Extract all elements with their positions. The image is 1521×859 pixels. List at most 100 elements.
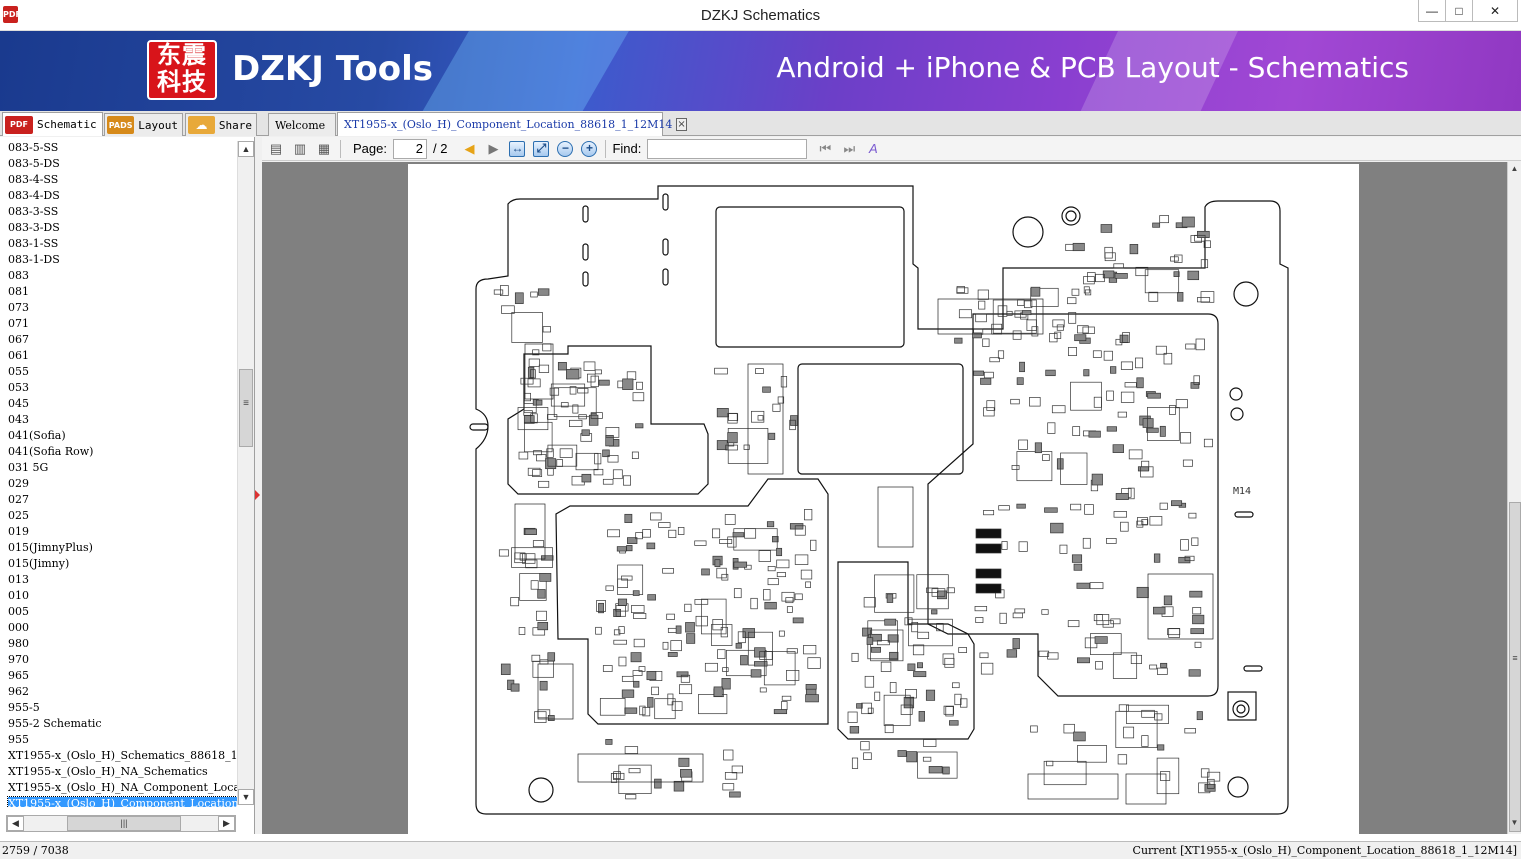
tree-item[interactable]: 055 (0, 364, 237, 380)
pcb-component (1159, 425, 1166, 437)
tree-vertical-scrollbar[interactable]: ▲ ≡ ▼ (237, 141, 254, 805)
pcb-component (1074, 334, 1087, 342)
tree-item-label: 025 (8, 509, 29, 522)
zoom-in-icon[interactable]: + (579, 139, 599, 159)
tree-item[interactable]: 041(Sofia) (0, 428, 237, 444)
find-next-icon[interactable]: ⏭ (839, 139, 859, 159)
find-input[interactable] (647, 138, 808, 159)
pcb-component (986, 400, 996, 411)
viewer-vertical-scrollbar[interactable]: ▲ ≡ ▼ (1507, 162, 1521, 834)
tree-item[interactable]: 019 (0, 524, 237, 540)
tree-item[interactable]: 083-1-SS (0, 236, 237, 252)
find-previous-icon[interactable]: ⏮ (815, 139, 835, 159)
zoom-out-icon[interactable]: − (555, 139, 575, 159)
tab-component-location[interactable]: XT1955-x_(Oslo_H)_Component_Location_886… (337, 112, 687, 136)
tab-share[interactable]: ☁ Share (185, 113, 257, 136)
tree-item[interactable]: 061 (0, 348, 237, 364)
tree-item[interactable]: 980 (0, 636, 237, 652)
previous-page-icon[interactable]: ◀ (459, 139, 479, 159)
tree-item[interactable]: XT1955-x_(Oslo_H)_Schematics_88618_1_1 (0, 748, 237, 764)
scroll-down-arrow-icon[interactable]: ▼ (238, 789, 254, 805)
fit-page-icon[interactable]: ⤢ (531, 139, 551, 159)
tree-item[interactable]: 965 (0, 668, 237, 684)
tree-item-label: 045 (8, 397, 29, 410)
pcb-component (1147, 392, 1161, 399)
tree-item[interactable]: 043 (0, 412, 237, 428)
tree-item[interactable]: 029 (0, 476, 237, 492)
splitter-handle-icon[interactable] (255, 490, 260, 500)
tree-item[interactable]: 083-3-DS (0, 220, 237, 236)
tree-item[interactable]: 005 (0, 604, 237, 620)
tree-item[interactable]: 083-1-DS (0, 252, 237, 268)
tree-item[interactable]: 067 (0, 332, 237, 348)
pcb-component (958, 309, 972, 319)
pdf-page[interactable]: M14 (408, 164, 1359, 834)
tree-item[interactable]: 083-3-SS (0, 204, 237, 220)
tree-item[interactable]: 083-5-SS (0, 140, 237, 156)
page-number-input[interactable]: 2 (392, 138, 427, 159)
tab-welcome[interactable]: Welcome (268, 113, 336, 136)
tree-item[interactable]: 955-5 (0, 700, 237, 716)
fit-width-icon[interactable]: ↔ (507, 139, 527, 159)
pcb-component (794, 554, 809, 565)
pcb-component (621, 689, 635, 698)
find-options-icon[interactable]: A (863, 139, 883, 159)
tab-schematic[interactable]: PDF Schematic (2, 112, 103, 136)
tree-item[interactable]: 010 (0, 588, 237, 604)
next-page-icon[interactable]: ▶ (483, 139, 503, 159)
tree-item[interactable]: 955-2 Schematic (0, 716, 237, 732)
viewer-scroll-down-icon[interactable]: ▼ (1508, 818, 1521, 832)
file-tree[interactable]: 083-5-SS 083-5-DS 083-4-SS 083-4-DS 083-3-SS… (0, 140, 237, 807)
pcb-component (673, 780, 685, 792)
tree-item[interactable]: 083-5-DS (0, 156, 237, 172)
tree-item[interactable]: 083-4-SS (0, 172, 237, 188)
tree-item[interactable]: 081 (0, 284, 237, 300)
tree-item[interactable]: XT1955-x_(Oslo_H)_NA_Schematics (0, 764, 237, 780)
pcb-component (750, 597, 758, 610)
viewer-scroll-thumb[interactable]: ≡ (1509, 502, 1521, 832)
pcb-component (1200, 291, 1215, 303)
tree-item[interactable]: 045 (0, 396, 237, 412)
tree-item[interactable]: 955 (0, 732, 237, 748)
copy-page-icon[interactable]: ▤ (266, 139, 286, 159)
tree-item[interactable]: 071 (0, 316, 237, 332)
tab-close-icon[interactable]: × (676, 118, 687, 131)
viewer-scroll-up-icon[interactable]: ▲ (1508, 164, 1521, 178)
minimize-button[interactable]: — (1418, 0, 1446, 22)
tree-item[interactable]: 025 (0, 508, 237, 524)
tree-item[interactable]: 031 5G (0, 460, 237, 476)
tree-item[interactable]: 962 (0, 684, 237, 700)
tree-item[interactable]: 053 (0, 380, 237, 396)
tree-item[interactable]: 041(Sofia Row) (0, 444, 237, 460)
tree-horizontal-scrollbar[interactable]: ◀ ||| ▶ (6, 815, 236, 832)
scroll-thumb[interactable]: ≡ (239, 369, 253, 447)
tree-item[interactable]: 015(JimnyPlus) (0, 540, 237, 556)
scroll-up-arrow-icon[interactable]: ▲ (238, 141, 254, 157)
tree-item-label: 955-5 (8, 701, 40, 714)
tree-item[interactable]: 970 (0, 652, 237, 668)
tree-item[interactable]: 013 (0, 572, 237, 588)
tree-item[interactable]: 027 (0, 492, 237, 508)
document-viewer[interactable]: M14 (262, 162, 1507, 834)
tree-item[interactable]: 083-4-DS (0, 188, 237, 204)
hscroll-thumb[interactable]: ||| (67, 816, 181, 831)
pcb-component (1112, 652, 1138, 679)
tree-item[interactable]: 083 (0, 268, 237, 284)
pcb-component (1182, 459, 1193, 467)
tab-layout[interactable]: PADS Layout (104, 113, 183, 136)
tree-item[interactable]: XT1955-x_(Oslo_H)_NA_Component_Locatio (0, 780, 237, 796)
tree-item[interactable]: XT1955-x_(Oslo_H)_Component_Location_8 (0, 796, 237, 807)
copy-selection-icon[interactable]: ▥ (290, 139, 310, 159)
maximize-button[interactable]: □ (1445, 0, 1473, 22)
scroll-left-arrow-icon[interactable]: ◀ (7, 816, 24, 831)
pcb-component (632, 590, 640, 596)
tree-item[interactable]: 000 (0, 620, 237, 636)
tree-item[interactable]: 015(Jimny) (0, 556, 237, 572)
tree-item-label: 055 (8, 365, 29, 378)
tree-item[interactable]: 073 (0, 300, 237, 316)
copy-all-icon[interactable]: ▦ (314, 139, 334, 159)
pcb-component (1197, 230, 1210, 238)
close-button[interactable]: ✕ (1472, 0, 1518, 22)
scroll-right-arrow-icon[interactable]: ▶ (218, 816, 235, 831)
tab-schematic-label: Schematic (37, 118, 97, 131)
